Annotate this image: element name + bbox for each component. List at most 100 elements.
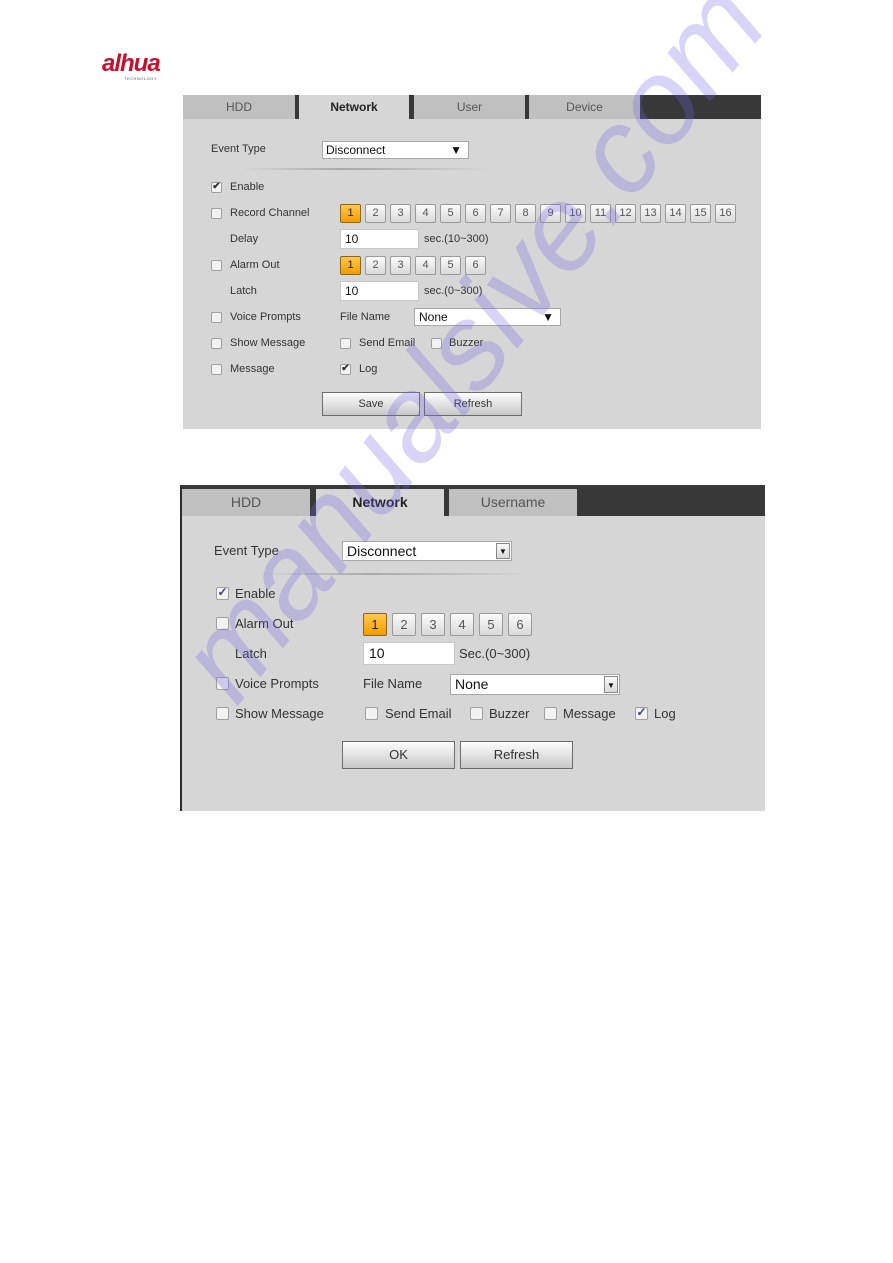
checkmark-icon: ✔ xyxy=(341,363,350,374)
record-channel-button-5[interactable]: 5 xyxy=(440,204,461,223)
event-type-value: Disconnect xyxy=(326,143,386,157)
ok-button[interactable]: OK xyxy=(342,741,455,769)
alarm-out-button-2[interactable]: 2 xyxy=(392,613,416,636)
send-email-label: Send Email xyxy=(359,337,416,349)
alarm-out-button-1[interactable]: 1 xyxy=(363,613,387,636)
log-label: Log xyxy=(654,706,676,721)
record-channel-button-3[interactable]: 3 xyxy=(390,204,411,223)
tab-username[interactable]: Username xyxy=(449,489,577,516)
latch-input[interactable]: 10 xyxy=(340,281,419,301)
enable-label: Enable xyxy=(235,586,276,601)
network-event-panel-1: HDD Network User Device Event Type Disco… xyxy=(183,95,761,429)
checkmark-icon: ✓ xyxy=(217,585,228,599)
save-button[interactable]: Save xyxy=(322,392,420,416)
alarm-out-button-5[interactable]: 5 xyxy=(479,613,503,636)
alarm-out-button-4[interactable]: 4 xyxy=(415,256,436,275)
tab-user[interactable]: User xyxy=(414,95,525,119)
latch-label: Latch xyxy=(235,646,267,661)
buzzer-checkbox[interactable] xyxy=(431,338,442,349)
dropdown-arrow-icon: ▼ xyxy=(496,543,510,559)
latch-input[interactable]: 10 xyxy=(363,642,455,665)
logo-wordmark: alhua xyxy=(102,50,161,77)
alarm-out-button-4[interactable]: 4 xyxy=(450,613,474,636)
record-channel-button-1[interactable]: 1 xyxy=(340,204,361,223)
message-checkbox[interactable] xyxy=(211,364,222,375)
alarm-out-button-1[interactable]: 1 xyxy=(340,256,361,275)
file-name-value: None xyxy=(455,676,489,692)
record-channel-button-13[interactable]: 13 xyxy=(640,204,661,223)
record-channel-button-9[interactable]: 9 xyxy=(540,204,561,223)
event-type-value: Disconnect xyxy=(347,543,417,559)
alarm-out-button-6[interactable]: 6 xyxy=(465,256,486,275)
event-type-select[interactable]: Disconnect ▼ xyxy=(322,141,469,159)
log-label: Log xyxy=(359,363,378,375)
refresh-button[interactable]: Refresh xyxy=(424,392,522,416)
show-message-label: Show Message xyxy=(235,706,324,721)
file-name-label: File Name xyxy=(363,676,423,691)
event-type-select[interactable]: Disconnect ▼ xyxy=(342,541,512,561)
alarm-out-button-3[interactable]: 3 xyxy=(421,613,445,636)
alarm-out-checkbox[interactable] xyxy=(216,617,229,630)
log-checkbox[interactable]: ✔ xyxy=(340,363,351,375)
tab-device[interactable]: Device xyxy=(529,95,640,119)
record-channel-button-10[interactable]: 10 xyxy=(565,204,586,223)
divider xyxy=(243,168,493,170)
alarm-out-label: Alarm Out xyxy=(230,259,280,271)
enable-checkbox[interactable]: ✔ xyxy=(211,181,222,193)
tab-hdd[interactable]: HDD xyxy=(183,95,295,119)
checkmark-icon: ✔ xyxy=(212,181,221,192)
record-channel-button-11[interactable]: 11 xyxy=(590,204,611,223)
message-label: Message xyxy=(563,706,616,721)
dahua-logo: alhua TECHNOLOGY xyxy=(102,52,192,82)
send-email-checkbox[interactable] xyxy=(340,338,351,349)
buzzer-checkbox[interactable] xyxy=(470,707,483,720)
dropdown-arrow-icon: ▼ xyxy=(542,310,554,324)
logo-tagline: TECHNOLOGY xyxy=(124,76,158,81)
alarm-out-button-3[interactable]: 3 xyxy=(390,256,411,275)
latch-hint: sec.(0~300) xyxy=(424,285,483,297)
enable-checkbox[interactable]: ✓ xyxy=(216,585,229,600)
latch-hint: Sec.(0~300) xyxy=(459,646,531,661)
show-message-checkbox[interactable] xyxy=(211,338,222,349)
event-type-label: Event Type xyxy=(214,543,279,558)
alarm-out-button-2[interactable]: 2 xyxy=(365,256,386,275)
file-name-select[interactable]: None ▼ xyxy=(414,308,561,326)
log-checkbox[interactable]: ✓ xyxy=(635,705,648,720)
record-channel-checkbox[interactable] xyxy=(211,208,222,219)
send-email-checkbox[interactable] xyxy=(365,707,378,720)
file-name-select[interactable]: None ▼ xyxy=(450,674,620,695)
dropdown-arrow-icon: ▼ xyxy=(450,143,462,157)
tab-bar: HDD Network User Device xyxy=(183,95,761,119)
tab-network[interactable]: Network xyxy=(299,95,409,119)
dropdown-arrow-icon: ▼ xyxy=(604,676,618,693)
voice-prompts-checkbox[interactable] xyxy=(216,677,229,690)
voice-prompts-checkbox[interactable] xyxy=(211,312,222,323)
record-channel-button-8[interactable]: 8 xyxy=(515,204,536,223)
show-message-label: Show Message xyxy=(230,337,306,349)
delay-input[interactable]: 10 xyxy=(340,229,419,249)
tab-network[interactable]: Network xyxy=(316,489,444,516)
alarm-out-button-6[interactable]: 6 xyxy=(508,613,532,636)
record-channel-button-2[interactable]: 2 xyxy=(365,204,386,223)
record-channel-label: Record Channel xyxy=(230,207,310,219)
record-channel-button-16[interactable]: 16 xyxy=(715,204,736,223)
alarm-out-checkbox[interactable] xyxy=(211,260,222,271)
record-channel-button-14[interactable]: 14 xyxy=(665,204,686,223)
alarm-out-button-5[interactable]: 5 xyxy=(440,256,461,275)
voice-prompts-label: Voice Prompts xyxy=(235,676,319,691)
tab-hdd[interactable]: HDD xyxy=(182,489,310,516)
event-type-label: Event Type xyxy=(211,143,266,155)
enable-label: Enable xyxy=(230,181,265,193)
file-name-label: File Name xyxy=(340,311,391,323)
message-checkbox[interactable] xyxy=(544,707,557,720)
refresh-button[interactable]: Refresh xyxy=(460,741,573,769)
record-channel-button-15[interactable]: 15 xyxy=(690,204,711,223)
record-channel-button-6[interactable]: 6 xyxy=(465,204,486,223)
delay-label: Delay xyxy=(230,233,259,245)
alarm-out-label: Alarm Out xyxy=(235,616,294,631)
record-channel-button-7[interactable]: 7 xyxy=(490,204,511,223)
show-message-checkbox[interactable] xyxy=(216,707,229,720)
record-channel-button-12[interactable]: 12 xyxy=(615,204,636,223)
record-channel-button-4[interactable]: 4 xyxy=(415,204,436,223)
voice-prompts-label: Voice Prompts xyxy=(230,311,301,323)
